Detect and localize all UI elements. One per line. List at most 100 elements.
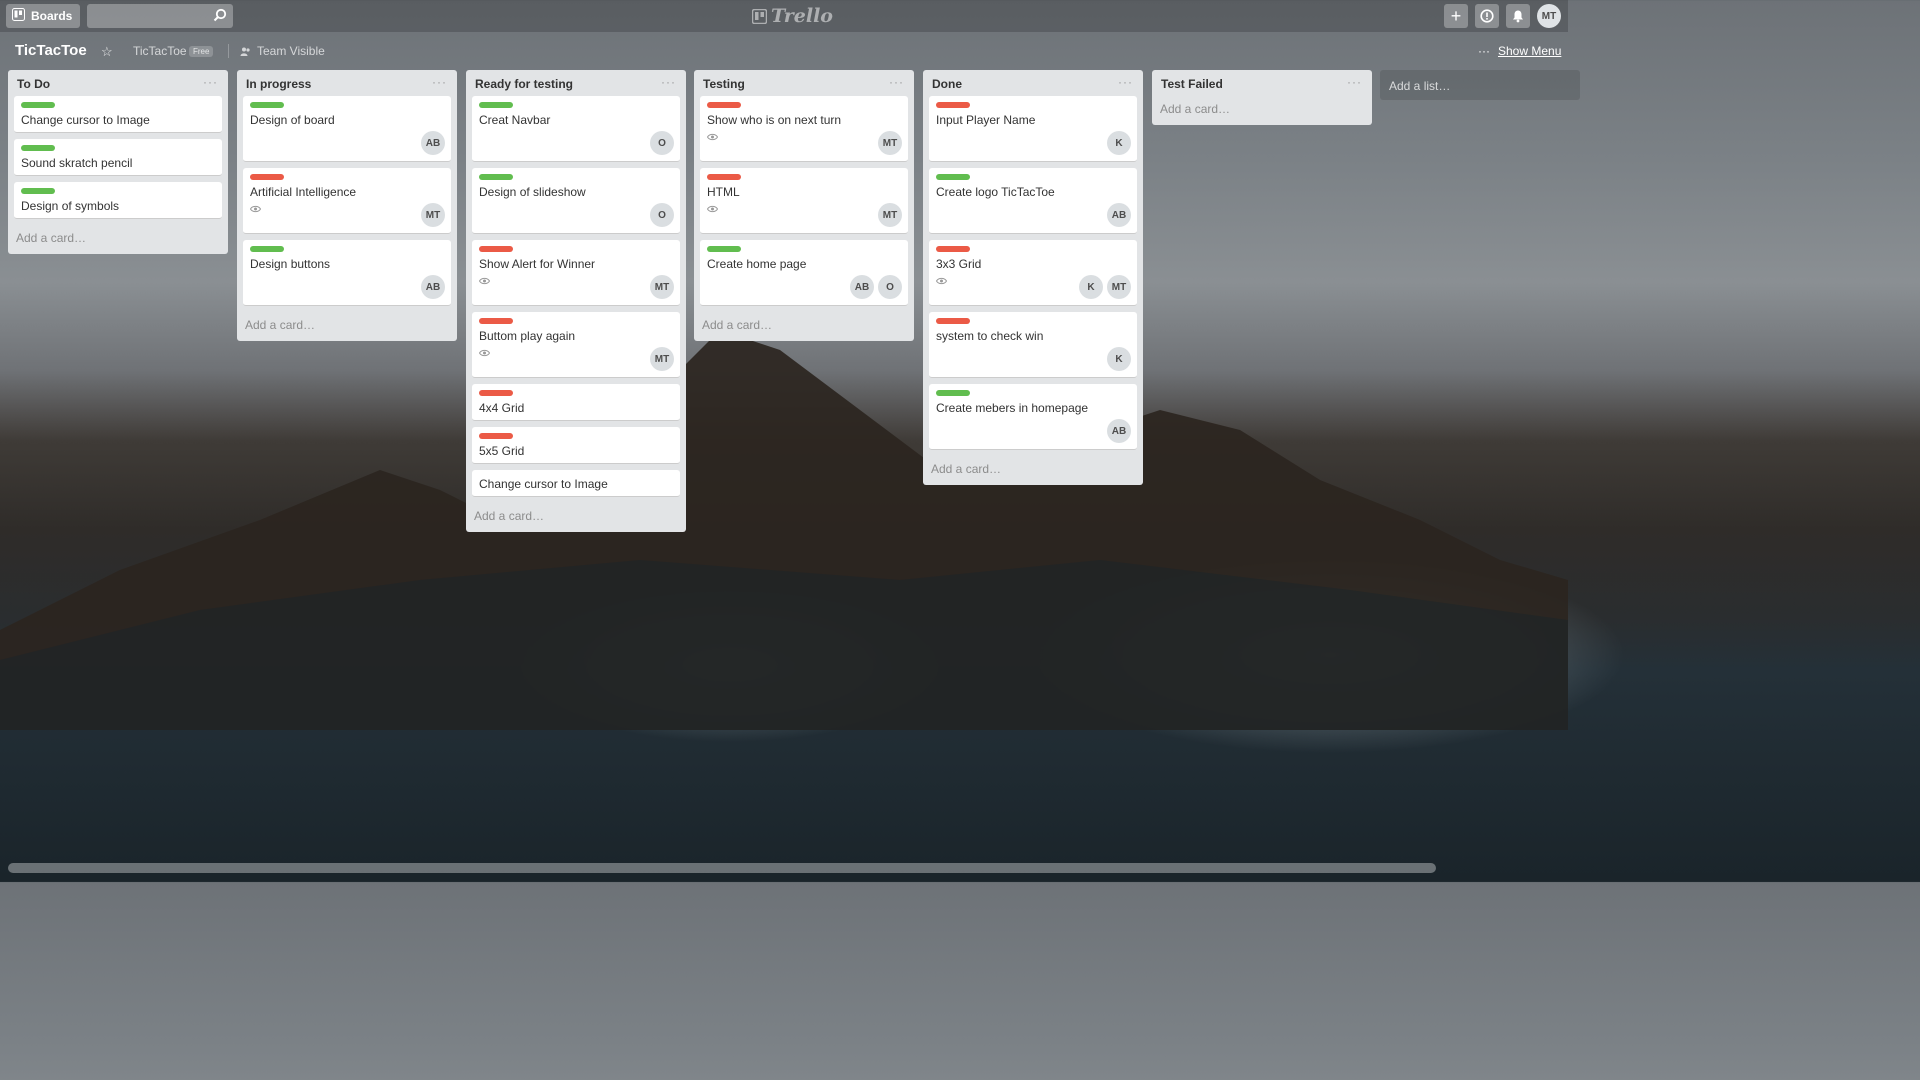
list-card[interactable]: Create mebers in homepage AB [929,384,1137,450]
list-title[interactable]: To Do [17,77,50,91]
list-card[interactable]: system to check win K [929,312,1137,378]
card-title: Create logo TicTacToe [936,185,1055,199]
list-title[interactable]: In progress [246,77,311,91]
list-header: Ready for testing ··· [472,70,680,96]
list-card[interactable]: Buttom play again MT [472,312,680,378]
list-card[interactable]: 5x5 Grid [472,427,680,464]
card-badges [250,272,444,288]
add-card-button[interactable]: Add a card… [243,312,451,341]
list-menu-icon[interactable]: ··· [432,75,447,89]
card-members: MT [650,275,674,299]
bell-icon [1513,10,1523,23]
list-card[interactable]: Create home page AB O [700,240,908,306]
card-title: Artificial Intelligence [250,185,357,199]
list-card[interactable]: Design of board AB [243,96,451,162]
member-avatar[interactable]: AB [421,131,445,155]
list-card[interactable]: Change cursor to Image [14,96,222,133]
card-title: Change cursor to Image [479,477,608,491]
member-avatar[interactable]: O [878,275,902,299]
horizontal-scrollbar[interactable] [8,863,1436,873]
board-title[interactable]: TicTacToe [15,42,87,59]
card-badges [936,344,1130,360]
member-avatar[interactable]: AB [421,275,445,299]
member-avatar[interactable]: AB [850,275,874,299]
trello-logo[interactable]: Trello [752,5,833,27]
list-card[interactable]: Artificial Intelligence MT [243,168,451,234]
member-avatar[interactable]: K [1107,131,1131,155]
list-card[interactable]: 3x3 Grid K MT [929,240,1137,306]
list-title[interactable]: Done [932,77,962,91]
add-card-button[interactable]: Add a card… [700,312,908,341]
list-menu-icon[interactable]: ··· [1118,75,1133,89]
list-title[interactable]: Ready for testing [475,77,573,91]
card-title: Design of board [250,113,335,127]
card-label-red [936,318,970,324]
member-avatar[interactable]: MT [878,131,902,155]
card-label-green [21,188,55,194]
list-menu-icon[interactable]: ··· [1347,75,1362,89]
card-badges [936,128,1130,144]
list-menu-icon[interactable]: ··· [203,75,218,89]
list-card[interactable]: Create logo TicTacToe AB [929,168,1137,234]
member-avatar[interactable]: MT [421,203,445,227]
member-avatar[interactable]: K [1079,275,1103,299]
list-header: Testing ··· [700,70,908,96]
list-menu-icon[interactable]: ··· [889,75,904,89]
list-card[interactable]: Show Alert for Winner MT [472,240,680,306]
team-name[interactable]: TicTacToe [133,44,187,58]
member-avatar[interactable]: MT [650,275,674,299]
search-box[interactable] [87,4,233,28]
member-avatar[interactable]: AB [1107,419,1131,443]
search-icon[interactable] [213,8,227,25]
card-members: AB O [850,275,902,299]
card-label-red [479,318,513,324]
list-card[interactable]: Input Player Name K [929,96,1137,162]
info-button[interactable] [1475,4,1499,28]
user-avatar[interactable]: MT [1537,4,1561,28]
card-badges [936,416,1130,432]
list-title[interactable]: Testing [703,77,745,91]
member-avatar[interactable]: MT [650,347,674,371]
list-menu-icon[interactable]: ··· [661,75,676,89]
visibility-button[interactable]: Team Visible [240,44,325,58]
boards-label: Boards [31,9,73,23]
list-card[interactable]: Design of symbols [14,182,222,219]
member-avatar[interactable]: AB [1107,203,1131,227]
card-title: Buttom play again [479,329,576,343]
list-card[interactable]: Design buttons AB [243,240,451,306]
list-card[interactable]: 4x4 Grid [472,384,680,421]
card-members: MT [650,347,674,371]
boards-button[interactable]: Boards [6,4,80,28]
card-badges [478,344,673,360]
add-button[interactable]: + [1444,4,1468,28]
card-label-green [936,174,970,180]
member-avatar[interactable]: K [1107,347,1131,371]
list-card[interactable]: Design of slideshow O [472,168,680,234]
add-card-button[interactable]: Add a card… [1158,96,1366,125]
card-title: Sound skratch pencil [21,156,133,170]
search-input[interactable] [87,4,219,28]
list-card[interactable]: Creat Navbar O [472,96,680,162]
list-card[interactable]: Change cursor to Image [472,470,680,497]
list-card[interactable]: Show who is on next turn MT [700,96,908,162]
add-card-button[interactable]: Add a card… [929,456,1137,485]
card-label-green [250,246,284,252]
list-card[interactable]: Sound skratch pencil [14,139,222,176]
add-list-button[interactable]: Add a list… [1380,70,1580,100]
member-avatar[interactable]: MT [878,203,902,227]
member-avatar[interactable]: O [650,131,674,155]
add-card-button[interactable]: Add a card… [472,503,680,532]
member-avatar[interactable]: MT [1107,275,1131,299]
card-title: 5x5 Grid [479,444,525,458]
member-avatar[interactable]: O [650,203,674,227]
list-card[interactable]: HTML MT [700,168,908,234]
show-menu-button[interactable]: ··· Show Menu [1478,44,1561,58]
card-title: Input Player Name [936,113,1036,127]
add-card-button[interactable]: Add a card… [14,225,222,254]
card-members: MT [878,131,902,155]
star-icon[interactable]: ☆ [101,44,113,60]
watch-icon [935,274,948,288]
card-title: Creat Navbar [479,113,551,127]
list-title[interactable]: Test Failed [1161,77,1223,91]
notifications-button[interactable] [1506,4,1530,28]
